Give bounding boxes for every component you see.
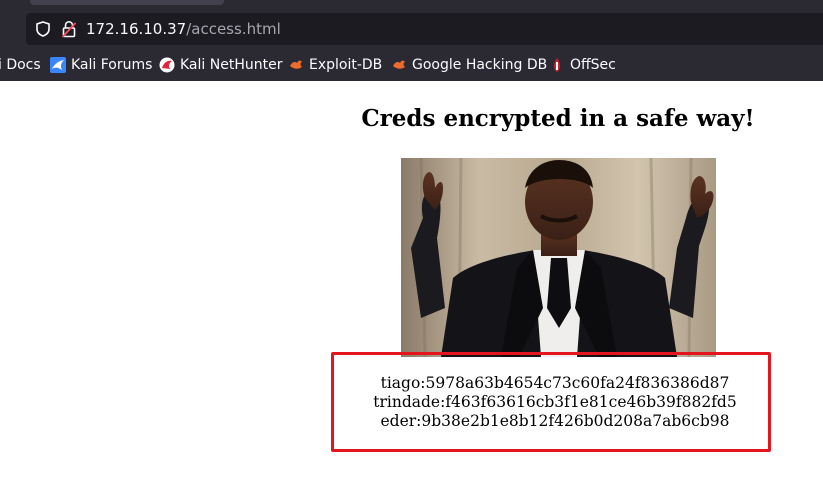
credentials-list: tiago:5978a63b4654c73c60fa24f836386d87 t… <box>344 374 766 431</box>
address-bar[interactable]: 172.16.10.37/access.html <box>26 13 823 45</box>
bookmark-kali-forums[interactable]: Kali Forums <box>50 55 152 75</box>
bookmark-label: Exploit-DB <box>309 57 383 73</box>
bookmark-label: i Docs <box>0 57 41 73</box>
insecure-lock-icon[interactable] <box>62 20 76 38</box>
bookmark-label: OffSec <box>570 57 616 73</box>
exploit-db-icon <box>393 60 405 69</box>
bookmark-google-hacking-db[interactable]: Google Hacking DB <box>391 55 547 75</box>
bookmark-label: Kali Forums <box>71 57 153 73</box>
kali-dragon-icon <box>50 57 66 73</box>
bookmark-offsec[interactable]: OffSec <box>549 55 616 75</box>
page-content: Creds encrypted in a safe way! tiago:597… <box>0 81 823 495</box>
shield-icon[interactable] <box>36 21 50 37</box>
url-host: 172.16.10.37 <box>86 20 187 38</box>
browser-chrome: 172.16.10.37/access.html i Docs Kali For… <box>0 0 823 81</box>
kali-nethunter-icon <box>159 57 175 73</box>
page-heading: Creds encrypted in a safe way! <box>361 105 755 132</box>
bookmark-label: Google Hacking DB <box>412 57 548 73</box>
bookmarks-toolbar: i Docs Kali Forums Kali NetHunter Exploi… <box>0 53 823 77</box>
exploit-db-icon <box>290 60 302 69</box>
url-text[interactable]: 172.16.10.37/access.html <box>86 20 281 38</box>
credential-line: eder:9b38e2b1e8b12f426b0d208a7ab6cb98 <box>380 412 730 430</box>
bookmark-exploit-db[interactable]: Exploit-DB <box>288 55 382 75</box>
offsec-icon <box>554 58 560 72</box>
bookmark-label: Kali NetHunter <box>180 57 283 73</box>
active-tab[interactable] <box>30 0 224 5</box>
url-path: /access.html <box>186 20 281 38</box>
bookmark-kali-nethunter[interactable]: Kali NetHunter <box>159 55 282 75</box>
credential-line: trindade:f463f63616cb3f1e81ce46b39f882fd… <box>373 393 737 411</box>
credential-line: tiago:5978a63b4654c73c60fa24f836386d87 <box>380 374 730 392</box>
bookmark-kali-docs[interactable]: i Docs <box>0 55 41 75</box>
tuxedo-man-photo <box>401 158 716 357</box>
